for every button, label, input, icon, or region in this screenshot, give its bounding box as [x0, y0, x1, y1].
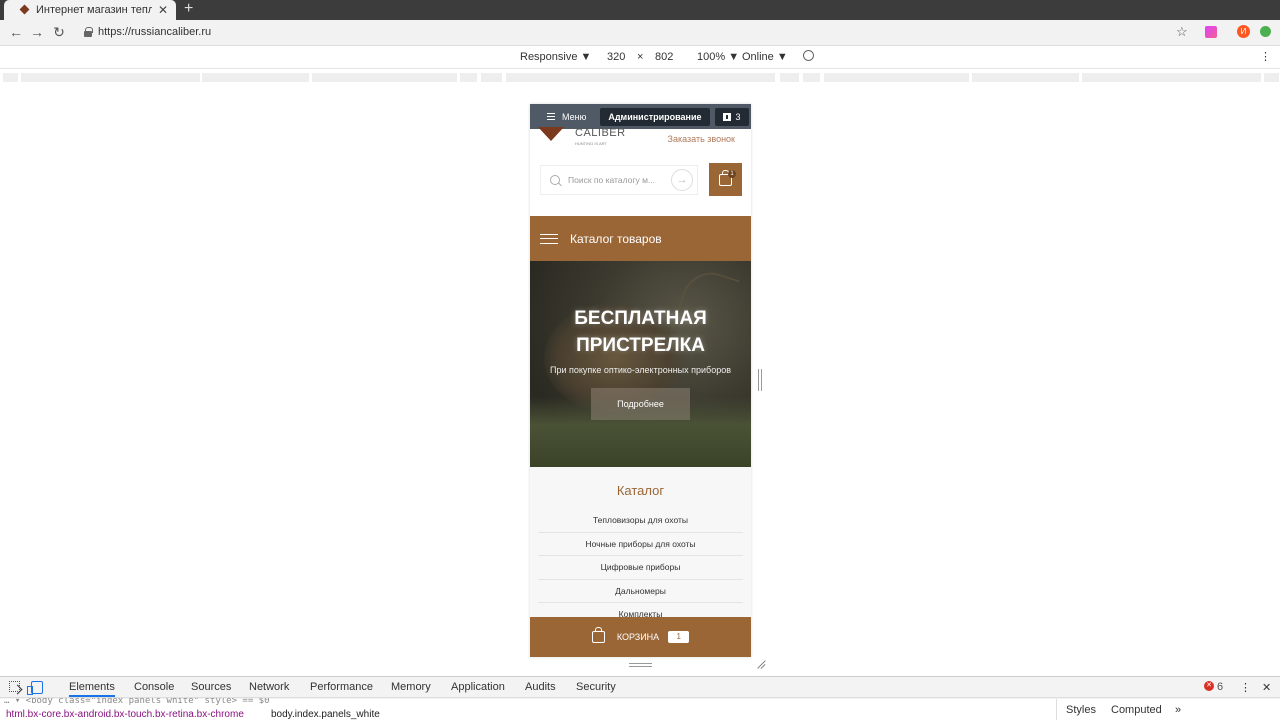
bottom-cart-bar[interactable]: КОРЗИНА 1: [530, 617, 751, 657]
catalog-heading: Каталог: [616, 483, 665, 498]
device-width-input[interactable]: 320: [607, 51, 625, 63]
logo-mark-icon: [538, 127, 564, 141]
tab-computed[interactable]: Computed: [1111, 704, 1162, 716]
banner-title: БЕСПЛАТНАЯ ПРИСТРЕЛКА: [574, 308, 707, 356]
notifications-button[interactable]: 3: [714, 107, 749, 126]
device-height-input[interactable]: 802: [655, 51, 673, 63]
browser-tab-title: Интернет магазин тепло: [36, 4, 152, 16]
menu-burger-icon: [547, 113, 555, 120]
devtools-elements-footer: … ▾ <body class="index panels white" sty…: [0, 698, 1280, 720]
callback-link[interactable]: Заказать звонок: [668, 134, 735, 144]
status-extension-icon[interactable]: [1260, 26, 1271, 37]
cart-badge: 1: [728, 170, 736, 178]
tab-styles[interactable]: Styles: [1066, 704, 1096, 716]
catalog-item[interactable]: Дальномеры: [538, 578, 743, 603]
styles-panel-tabs: Styles Computed »: [1056, 699, 1280, 720]
header-cart-button[interactable]: 1: [709, 163, 742, 196]
error-count[interactable]: 6: [1217, 681, 1223, 693]
mobile-viewport: Меню Администрирование 3 CALIBER HUNTING…: [530, 104, 751, 657]
catalog-section: Каталог Тепловизоры для охоты Ночные при…: [530, 467, 751, 619]
resize-handle-right[interactable]: [758, 369, 762, 391]
tab-sources[interactable]: Sources: [191, 681, 231, 693]
devtools-tab-bar: Elements Console Sources Network Perform…: [0, 677, 1280, 698]
devtools-more-icon[interactable]: ⋮: [1240, 681, 1251, 694]
inspect-element-icon[interactable]: [9, 681, 20, 692]
bookmark-star-icon[interactable]: ☆: [1176, 24, 1188, 40]
back-arrow-icon[interactable]: ←: [8, 24, 24, 40]
cart-bag-icon: [591, 627, 605, 643]
profile-avatar-icon[interactable]: И: [1237, 25, 1250, 38]
catalog-list: Тепловизоры для охоты Ночные приборы для…: [538, 508, 743, 626]
catalog-menu-label: Каталог товаров: [570, 231, 662, 246]
logo-tagline: HUNTING IS ART: [575, 141, 607, 146]
tab-elements[interactable]: Elements: [69, 681, 115, 697]
forward-arrow-icon[interactable]: →: [29, 24, 45, 40]
media-query-ruler[interactable]: [0, 70, 1280, 84]
banner-more-button[interactable]: Подробнее: [591, 388, 690, 420]
search-submit-arrow-icon[interactable]: →: [671, 169, 693, 191]
devtools-panel: Elements Console Sources Network Perform…: [0, 676, 1280, 720]
catalog-item[interactable]: Ночные приборы для охоты: [538, 531, 743, 556]
tab-security[interactable]: Security: [576, 681, 616, 693]
extension-icon[interactable]: [1205, 26, 1217, 38]
tab-performance[interactable]: Performance: [310, 681, 373, 693]
catalog-item[interactable]: Цифровые приборы: [538, 555, 743, 579]
devtools-close-icon[interactable]: ✕: [1262, 681, 1271, 694]
notifications-count: 3: [735, 111, 741, 122]
logo-name: CALIBER: [575, 127, 626, 139]
administration-button[interactable]: Администрирование: [600, 107, 710, 126]
site-logo[interactable]: CALIBER HUNTING IS ART: [538, 127, 628, 149]
error-icon[interactable]: ✕: [1204, 681, 1214, 691]
tab-application[interactable]: Application: [451, 681, 505, 693]
tab-network[interactable]: Network: [249, 681, 289, 693]
address-bar-url[interactable]: https://russiancaliber.ru: [98, 26, 211, 38]
tab-console[interactable]: Console: [134, 681, 174, 693]
search-icon: [550, 175, 560, 185]
site-favicon-icon: [20, 5, 30, 15]
network-throttle-select[interactable]: Online ▼: [742, 51, 788, 63]
catalog-menu-icon: [540, 233, 558, 244]
resize-handle-corner[interactable]: [756, 660, 765, 669]
device-toggle-icon[interactable]: [27, 681, 43, 695]
new-tab-icon[interactable]: +: [184, 0, 193, 20]
browser-tab[interactable]: Интернет магазин тепло ✕: [4, 0, 176, 20]
promo-banner: БЕСПЛАТНАЯ ПРИСТРЕЛКА При покупке оптико…: [530, 261, 751, 467]
tab-close-icon[interactable]: ✕: [158, 3, 168, 17]
device-toolbar-more-icon[interactable]: ⋮: [1260, 50, 1271, 63]
tab-audits[interactable]: Audits: [525, 681, 556, 693]
cart-bar-count: 1: [668, 631, 690, 643]
browser-tab-strip: Интернет магазин тепло ✕ +: [0, 0, 1280, 20]
catalog-item[interactable]: Тепловизоры для охоты: [538, 508, 743, 532]
device-toolbar: Responsive ▼ 320 × 802 100% ▼ Online ▼ ⋮: [0, 46, 1280, 69]
tab-memory[interactable]: Memory: [391, 681, 431, 693]
catalog-search[interactable]: Поиск по каталогу м... →: [540, 165, 698, 195]
resize-handle-bottom[interactable]: [629, 663, 652, 667]
banner-subtitle: При покупке оптико-электронных приборов: [550, 365, 731, 375]
dom-code-line[interactable]: … ▾ <body class="index panels white" sty…: [4, 698, 270, 705]
device-mode-select[interactable]: Responsive ▼: [520, 51, 591, 63]
notification-icon: [722, 112, 731, 121]
lock-icon: [84, 27, 93, 37]
search-input[interactable]: Поиск по каталогу м...: [568, 175, 671, 185]
rotate-icon[interactable]: [803, 50, 814, 61]
admin-bar: Меню Администрирование 3: [530, 104, 751, 129]
admin-menu-label: Меню: [562, 111, 587, 122]
browser-toolbar: ← → ↻ https://russiancaliber.ru ☆ И: [0, 20, 1280, 46]
zoom-select[interactable]: 100% ▼: [697, 51, 739, 63]
cart-bar-label: КОРЗИНА: [616, 632, 660, 642]
breadcrumb-body[interactable]: body.index.panels_white: [271, 709, 380, 720]
reload-icon[interactable]: ↻: [51, 24, 67, 41]
catalog-menu-button[interactable]: Каталог товаров: [530, 216, 751, 261]
more-tabs-chevron-icon[interactable]: »: [1175, 704, 1181, 716]
admin-menu-button[interactable]: Меню: [547, 112, 586, 122]
breadcrumb-html[interactable]: html.bx-core.bx-android.bx-touch.bx-reti…: [6, 709, 244, 720]
dimension-separator: ×: [637, 51, 644, 63]
